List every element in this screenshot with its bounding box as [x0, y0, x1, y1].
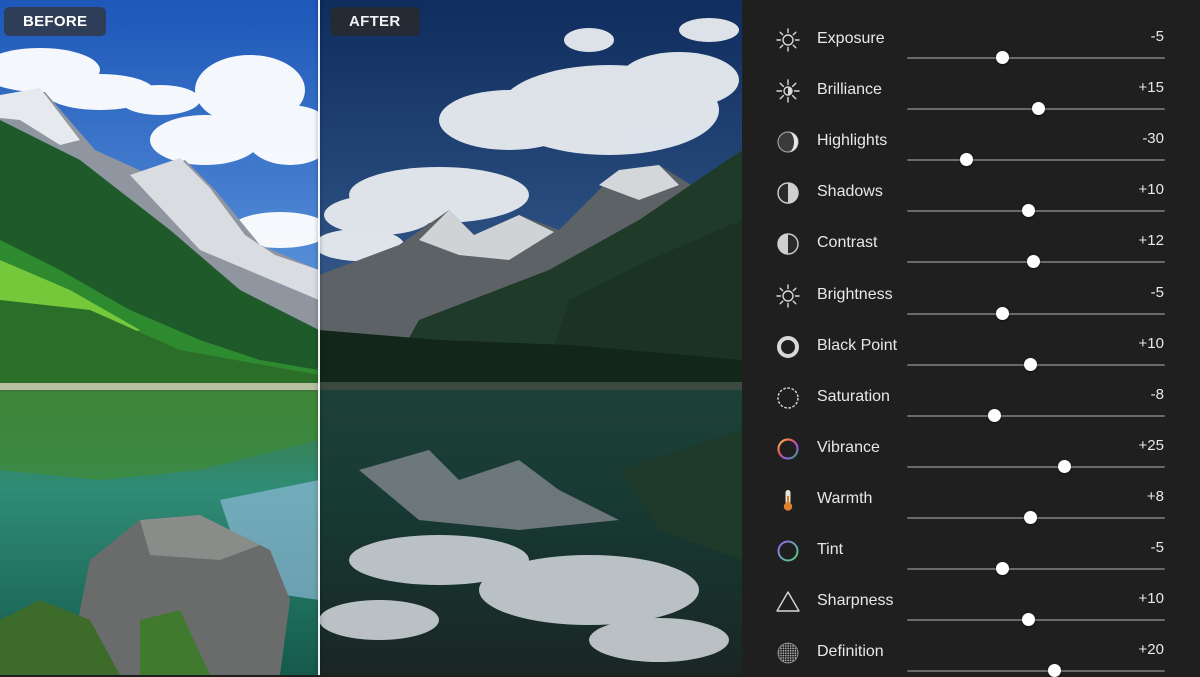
contrast-label: Contrast — [817, 234, 878, 252]
brilliance-slider-track[interactable] — [907, 102, 1165, 116]
vibrance-label: Vibrance — [817, 438, 880, 456]
adjustment-row-highlights: Highlights -30 — [742, 113, 1200, 167]
adjustment-row-shadows: Shadows +10 — [742, 164, 1200, 218]
highlights-icon — [775, 129, 801, 155]
before-after-compare[interactable]: BEFORE AFTER — [0, 0, 742, 675]
saturation-label: Saturation — [817, 387, 890, 405]
tint-label: Tint — [817, 541, 844, 558]
sharpness-label: Sharpness — [817, 592, 894, 610]
brightness-sun-icon — [775, 283, 801, 309]
exposure-label: Exposure — [817, 30, 885, 47]
adjustment-row-exposure: Exposure -5 — [742, 11, 1200, 64]
brightness-label: Brightness — [817, 285, 893, 303]
contrast-icon — [775, 231, 801, 257]
warmth-slider-track[interactable] — [907, 510, 1165, 524]
vibrance-value: +25 — [1138, 436, 1164, 454]
definition-slider-thumb[interactable] — [1047, 664, 1061, 677]
sharpness-triangle-icon — [775, 589, 801, 615]
adjustment-row-tint: Tint -5 — [742, 522, 1200, 575]
adjustment-row-definition: Definition +20 — [742, 624, 1200, 677]
after-label: AFTER — [330, 7, 420, 36]
warmth-value: +8 — [1146, 487, 1164, 505]
saturation-value: -8 — [1150, 385, 1164, 403]
brilliance-label: Brilliance — [817, 81, 882, 99]
saturation-icon — [775, 385, 801, 411]
exposure-sun-icon — [775, 27, 801, 53]
definition-value: +20 — [1138, 641, 1164, 659]
compare-divider-handle[interactable] — [318, 0, 320, 675]
brightness-slider-track[interactable] — [907, 306, 1165, 320]
definition-label: Definition — [817, 643, 884, 661]
thermometer-icon — [775, 487, 801, 513]
adjustment-row-vibrance: Vibrance +25 — [742, 420, 1200, 473]
adjustment-row-black-point: Black Point +10 — [742, 318, 1200, 371]
brilliance-value: +15 — [1138, 79, 1164, 97]
adjustment-row-contrast: Contrast +12 — [742, 215, 1200, 269]
tint-value: -5 — [1150, 539, 1164, 556]
vibrance-icon — [775, 436, 801, 462]
sharpness-slider-track[interactable] — [907, 613, 1165, 627]
shadows-slider-track[interactable] — [907, 204, 1165, 218]
adjustment-row-sharpness: Sharpness +10 — [742, 573, 1200, 627]
highlights-label: Highlights — [817, 132, 888, 150]
shadows-icon — [775, 180, 801, 206]
exposure-slider-track[interactable] — [907, 51, 1165, 64]
shadows-label: Shadows — [817, 183, 883, 201]
highlights-value: -30 — [1142, 130, 1164, 148]
definition-icon — [775, 640, 801, 666]
definition-slider-track[interactable] — [907, 664, 1165, 677]
brightness-value: -5 — [1150, 283, 1164, 301]
highlights-slider-track[interactable] — [907, 153, 1165, 167]
black-point-value: +10 — [1138, 334, 1164, 352]
adjustment-row-brilliance: Brilliance +15 — [742, 62, 1200, 116]
shadows-value: +10 — [1138, 181, 1164, 199]
adjustment-row-saturation: Saturation -8 — [742, 369, 1200, 422]
tint-icon — [775, 538, 801, 564]
after-image — [319, 0, 742, 675]
black-point-slider-track[interactable] — [907, 357, 1165, 371]
saturation-slider-track[interactable] — [907, 408, 1165, 422]
contrast-slider-track[interactable] — [907, 255, 1165, 269]
adjustments-panel: Exposure -5 Brilliance +15 Highlights -30 Shad… — [742, 0, 1200, 677]
vibrance-slider-track[interactable] — [907, 459, 1165, 473]
adjustment-row-brightness: Brightness -5 — [742, 267, 1200, 320]
tint-slider-track[interactable] — [907, 562, 1165, 575]
adjustment-row-warmth: Warmth +8 — [742, 471, 1200, 524]
contrast-value: +12 — [1138, 232, 1164, 250]
exposure-value: -5 — [1150, 28, 1164, 45]
before-image — [0, 0, 319, 675]
before-label: BEFORE — [4, 7, 107, 36]
black-point-label: Black Point — [817, 336, 898, 354]
black-point-icon — [775, 334, 801, 360]
sharpness-value: +10 — [1138, 590, 1164, 608]
brilliance-icon — [775, 78, 801, 104]
warmth-label: Warmth — [817, 489, 873, 507]
